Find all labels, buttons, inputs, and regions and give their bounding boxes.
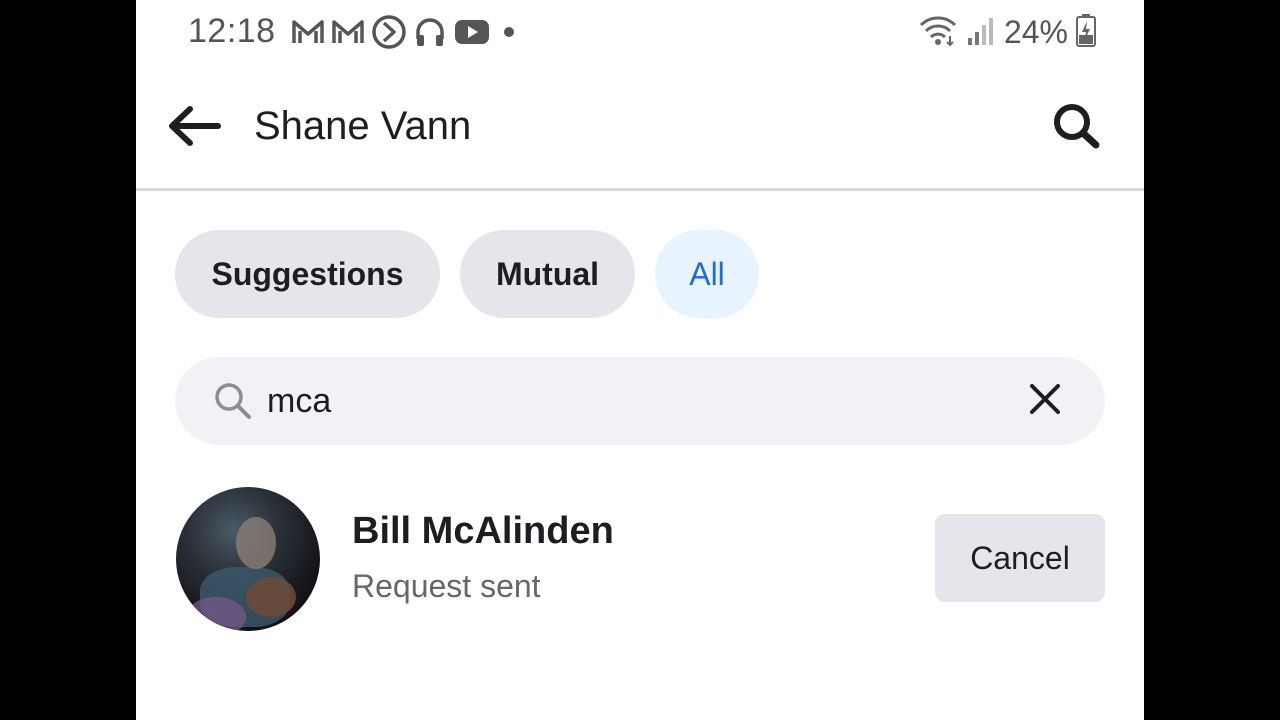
headphones-icon (413, 15, 447, 49)
wifi-icon (918, 13, 958, 52)
search-icon (213, 381, 253, 426)
request-status: Request sent (352, 568, 541, 604)
tab-all[interactable]: All (655, 230, 759, 318)
gmail-icon (291, 18, 325, 46)
phone-screen: 12:18 24% Shane Vann Suggestions Mutual … (136, 0, 1144, 720)
status-bar: 12:18 24% (136, 0, 1144, 64)
search-input[interactable] (267, 375, 967, 427)
filter-tabs: Suggestions Mutual All (175, 230, 759, 318)
notification-icons (291, 14, 521, 50)
app-header: Shane Vann (136, 64, 1144, 191)
search-button[interactable] (1044, 98, 1108, 158)
avatar[interactable] (176, 487, 320, 631)
signal-icon (966, 14, 996, 51)
back-button[interactable] (162, 98, 226, 158)
dot-icon (497, 20, 521, 44)
system-icons: 24% (918, 12, 1096, 52)
tab-suggestions[interactable]: Suggestions (175, 230, 440, 318)
battery-percent: 24% (1003, 13, 1068, 50)
search-icon (1050, 100, 1102, 157)
tab-mutual[interactable]: Mutual (460, 230, 635, 318)
clear-search-button[interactable] (1025, 381, 1065, 421)
person-name[interactable]: Bill McAlinden (352, 510, 614, 553)
play-circle-icon (371, 14, 407, 50)
page-title: Shane Vann (254, 104, 472, 148)
gmail-icon (331, 18, 365, 46)
back-arrow-icon (166, 104, 222, 153)
close-icon (1028, 382, 1062, 421)
status-time: 12:18 (188, 12, 276, 50)
list-item[interactable]: Bill McAlinden Request sent Cancel (175, 486, 1105, 632)
cancel-request-button[interactable]: Cancel (935, 514, 1105, 602)
battery-charging-icon (1076, 13, 1096, 52)
youtube-icon (453, 17, 491, 47)
friends-search-bar (175, 357, 1105, 445)
